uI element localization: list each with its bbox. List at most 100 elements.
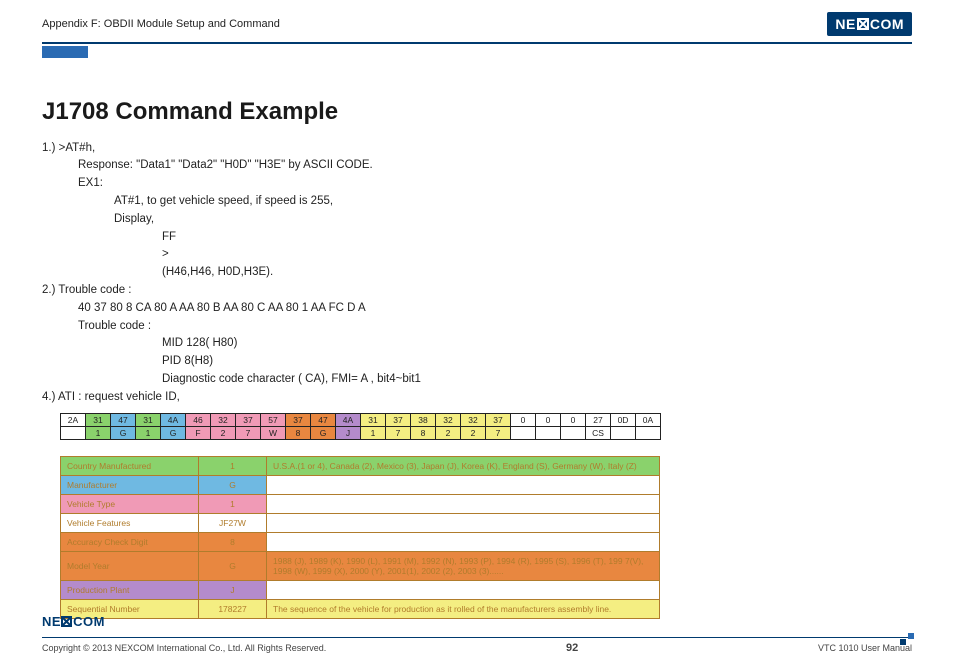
line: Response: "Data1" "Data2" "H0D" "H3E" by… xyxy=(42,157,912,175)
page-header: Appendix F: OBDII Module Setup and Comma… xyxy=(0,0,954,38)
hex-cell: 32 xyxy=(436,413,461,426)
hex-cell: 47 xyxy=(111,413,136,426)
line: PID 8(H8) xyxy=(42,353,912,371)
line: AT#1, to get vehicle speed, if speed is … xyxy=(42,193,912,211)
line: Trouble code : xyxy=(42,318,912,336)
hex-cell: G xyxy=(161,426,186,439)
body-text: 1.) >AT#h, Response: "Data1" "Data2" "H0… xyxy=(42,140,912,407)
page-number: 92 xyxy=(566,642,578,654)
info-label: Vehicle Features xyxy=(61,513,199,532)
info-description: 1988 (J), 1989 (K), 1990 (L), 1991 (M), … xyxy=(267,551,660,580)
hex-cell: W xyxy=(261,426,286,439)
info-value: G xyxy=(199,475,267,494)
info-description xyxy=(267,494,660,513)
vin-info-table: Country Manufactured1U.S.A.(1 or 4), Can… xyxy=(60,456,660,619)
hex-cell: 38 xyxy=(411,413,436,426)
hex-cell: 37 xyxy=(286,413,311,426)
hex-cell: 1 xyxy=(136,426,161,439)
copyright: Copyright © 2013 NEXCOM International Co… xyxy=(42,643,326,653)
hex-cell: 1 xyxy=(86,426,111,439)
page-footer: NECOM Copyright © 2013 NEXCOM Internatio… xyxy=(42,614,912,654)
hex-cell xyxy=(611,426,636,439)
page-title: J1708 Command Example xyxy=(42,98,912,126)
hex-cell: 2 xyxy=(211,426,236,439)
appendix-title: Appendix F: OBDII Module Setup and Comma… xyxy=(42,18,280,30)
hex-cell: 0 xyxy=(536,413,561,426)
hex-cell: 46 xyxy=(186,413,211,426)
info-label: Country Manufactured xyxy=(61,456,199,475)
hex-cell: 2 xyxy=(436,426,461,439)
footer-rule xyxy=(42,637,912,639)
hex-cell xyxy=(61,426,86,439)
info-label: Accuracy Check Digit xyxy=(61,532,199,551)
info-label: Model Year xyxy=(61,551,199,580)
hex-cell: 2A xyxy=(61,413,86,426)
line: 1.) >AT#h, xyxy=(42,140,912,158)
hex-cell: 57 xyxy=(261,413,286,426)
hex-cell: 0A xyxy=(636,413,661,426)
hex-cell: 47 xyxy=(311,413,336,426)
hex-cell: 31 xyxy=(86,413,111,426)
footer-logo: NECOM xyxy=(42,614,912,630)
hex-cell: 0 xyxy=(561,413,586,426)
line: FF xyxy=(42,229,912,247)
content-area: J1708 Command Example 1.) >AT#h, Respons… xyxy=(0,58,954,619)
hex-cell: J xyxy=(336,426,361,439)
hex-cell: 0D xyxy=(611,413,636,426)
hex-cell: 4A xyxy=(161,413,186,426)
hex-cell: 32 xyxy=(211,413,236,426)
hex-cell: G xyxy=(111,426,136,439)
hex-cell xyxy=(511,426,536,439)
info-description xyxy=(267,532,660,551)
info-description xyxy=(267,513,660,532)
hex-cell: G xyxy=(311,426,336,439)
hex-cell: 2 xyxy=(461,426,486,439)
hex-cell: 7 xyxy=(486,426,511,439)
hex-cell: CS xyxy=(586,426,611,439)
hex-cell: 7 xyxy=(386,426,411,439)
line: Diagnostic code character ( CA), FMI= A … xyxy=(42,371,912,389)
hex-cell: 27 xyxy=(586,413,611,426)
line: 2.) Trouble code : xyxy=(42,282,912,300)
hex-table: 2A3147314A4632375737474A3137383232370002… xyxy=(60,413,661,440)
line: (H46,H46, H0D,H3E). xyxy=(42,264,912,282)
line: 4.) ATI : request vehicle ID, xyxy=(42,389,912,407)
line: MID 128( H80) xyxy=(42,335,912,353)
info-description xyxy=(267,580,660,599)
info-value: JF27W xyxy=(199,513,267,532)
blue-tab xyxy=(42,46,88,58)
header-rule xyxy=(42,42,912,44)
info-label: Production Plant xyxy=(61,580,199,599)
info-label: Vehicle Type xyxy=(61,494,199,513)
line: EX1: xyxy=(42,175,912,193)
hex-cell: F xyxy=(186,426,211,439)
hex-cell: 4A xyxy=(336,413,361,426)
hex-cell: 31 xyxy=(136,413,161,426)
info-value: 1 xyxy=(199,456,267,475)
hex-cell: 8 xyxy=(411,426,436,439)
line: Display, xyxy=(42,211,912,229)
hex-cell xyxy=(636,426,661,439)
hex-cell: 37 xyxy=(386,413,411,426)
info-description xyxy=(267,475,660,494)
hex-cell: 7 xyxy=(236,426,261,439)
hex-cell: 37 xyxy=(236,413,261,426)
hex-cell: 8 xyxy=(286,426,311,439)
hex-cell xyxy=(561,426,586,439)
hex-cell: 31 xyxy=(361,413,386,426)
hex-cell xyxy=(536,426,561,439)
line: 40 37 80 8 CA 80 A AA 80 B AA 80 C AA 80… xyxy=(42,300,912,318)
info-value: J xyxy=(199,580,267,599)
hex-cell: 1 xyxy=(361,426,386,439)
hex-cell: 32 xyxy=(461,413,486,426)
info-description: U.S.A.(1 or 4), Canada (2), Mexico (3), … xyxy=(267,456,660,475)
manual-name: VTC 1010 User Manual xyxy=(818,643,912,653)
info-value: 1 xyxy=(199,494,267,513)
line: > xyxy=(42,246,912,264)
info-label: Manufacturer xyxy=(61,475,199,494)
hex-cell: 37 xyxy=(486,413,511,426)
info-value: G xyxy=(199,551,267,580)
hex-cell: 0 xyxy=(511,413,536,426)
info-value: 8 xyxy=(199,532,267,551)
nexcom-logo: NECOM xyxy=(827,12,912,36)
